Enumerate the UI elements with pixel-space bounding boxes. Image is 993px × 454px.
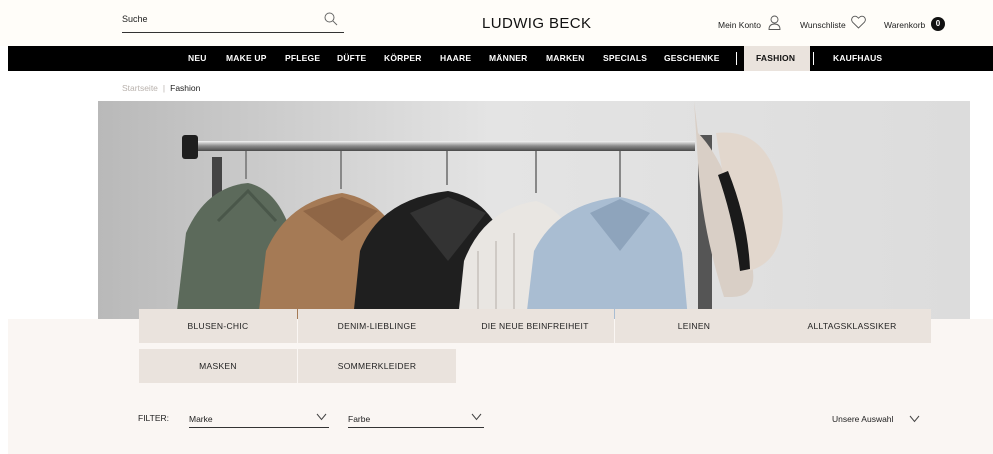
brand-filter-dropdown[interactable]: Marke	[189, 406, 329, 428]
category-tile-denim-lieblinge[interactable]: DENIM-LIEBLINGE	[298, 309, 456, 343]
nav-item-neu[interactable]: NEU	[188, 46, 207, 71]
nav-separator	[736, 52, 737, 65]
category-label: SOMMERKLEIDER	[337, 361, 417, 371]
breadcrumb: Startseite | Fashion	[122, 83, 200, 93]
breadcrumb-home[interactable]: Startseite	[122, 83, 158, 93]
search-box[interactable]	[122, 9, 344, 33]
nav-item-make-up[interactable]: MAKE UP	[226, 46, 267, 71]
nav-item-marken[interactable]: MARKEN	[546, 46, 585, 71]
nav-item-geschenke[interactable]: GESCHENKE	[664, 46, 720, 71]
user-icon[interactable]	[768, 15, 781, 30]
breadcrumb-current: Fashion	[170, 83, 201, 93]
search-icon[interactable]	[324, 12, 338, 26]
wishlist-link[interactable]: Wunschliste	[800, 20, 846, 30]
category-tile-sommerkleider[interactable]: SOMMERKLEIDER	[298, 349, 456, 383]
nav-item-specials[interactable]: SPECIALS	[603, 46, 647, 71]
hero-clothes-rack-image	[98, 101, 970, 319]
filter-label: FILTER:	[138, 413, 170, 423]
category-label: DENIM-LIEBLINGE	[337, 321, 417, 331]
account-link[interactable]: Mein Konto	[718, 20, 761, 30]
category-tile-alltagsklassiker[interactable]: ALLTAGSKLASSIKER	[773, 309, 931, 343]
nav-item-kaufhaus[interactable]: KAUFHAUS	[833, 46, 882, 71]
breadcrumb-separator: |	[162, 83, 166, 93]
heart-icon[interactable]	[851, 15, 866, 29]
nav-item-koerper[interactable]: KÖRPER	[384, 46, 422, 71]
logo[interactable]: LUDWIG BECK	[482, 15, 591, 32]
nav-item-haare[interactable]: HAARE	[440, 46, 471, 71]
nav-separator	[813, 52, 814, 65]
main-navigation: NEU MAKE UP PFLEGE DÜFTE KÖRPER HAARE MÄ…	[8, 46, 993, 71]
category-label: BLUSEN-CHIC	[187, 321, 249, 331]
chevron-down-icon	[471, 413, 482, 421]
sort-dropdown[interactable]: Unsere Auswahl	[832, 414, 893, 424]
nav-item-pflege[interactable]: PFLEGE	[285, 46, 320, 71]
category-label: ALLTAGSKLASSIKER	[807, 321, 897, 331]
search-input[interactable]	[122, 14, 312, 24]
brand-filter-value: Marke	[189, 414, 213, 424]
nav-item-fashion[interactable]: FASHION	[756, 46, 795, 71]
category-tile-die-neue-beinfreiheit[interactable]: DIE NEUE BEINFREIHEIT	[456, 309, 614, 343]
top-header: LUDWIG BECK Mein Konto Wunschliste Waren…	[0, 0, 993, 46]
category-tile-leinen[interactable]: LEINEN	[615, 309, 773, 343]
category-label: MASKEN	[199, 361, 237, 371]
nav-item-duefte[interactable]: DÜFTE	[337, 46, 366, 71]
nav-item-maenner[interactable]: MÄNNER	[489, 46, 528, 71]
chevron-down-icon	[316, 413, 327, 421]
chevron-down-icon[interactable]	[909, 415, 920, 423]
category-label: DIE NEUE BEINFREIHEIT	[481, 321, 589, 331]
color-filter-value: Farbe	[348, 414, 371, 424]
category-tile-blusen-chic[interactable]: BLUSEN-CHIC	[139, 309, 297, 343]
category-tile-masken[interactable]: MASKEN	[139, 349, 297, 383]
category-label: LEINEN	[677, 321, 711, 331]
cart-count-badge[interactable]: 0	[931, 17, 945, 31]
cart-link[interactable]: Warenkorb	[884, 20, 925, 30]
color-filter-dropdown[interactable]: Farbe	[348, 406, 484, 428]
